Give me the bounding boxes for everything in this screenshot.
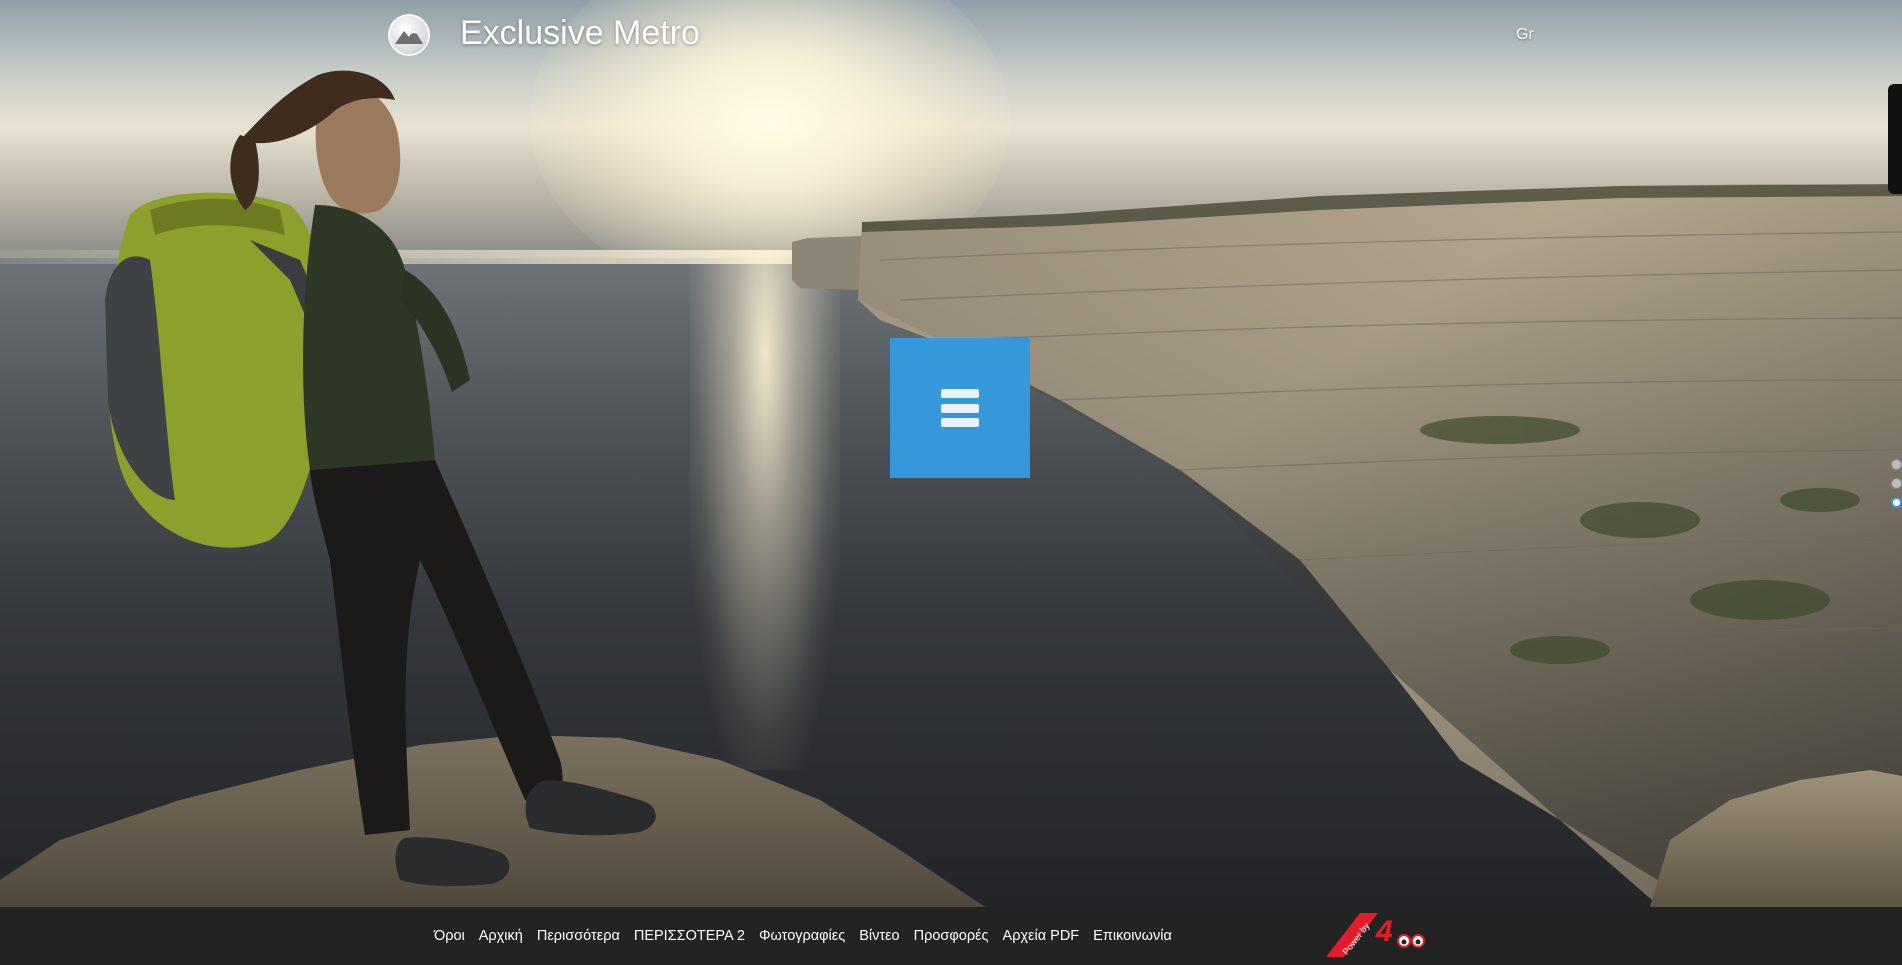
nav-link-videos[interactable]: Βίντεο [859,928,899,944]
language-switcher[interactable]: Gr [1516,26,1534,44]
slider-dot-3[interactable] [1891,497,1902,508]
site-title[interactable]: Exclusive Metro [460,14,700,53]
badge-eyes-icon [1397,934,1425,948]
nav-link-contact[interactable]: Επικοινωνία [1093,928,1172,944]
hamburger-menu-icon [941,389,979,427]
side-panel-tab[interactable] [1888,84,1902,194]
power-by-badge[interactable]: Power by 4 [1326,905,1432,957]
slider-dots [1891,459,1902,508]
nav-link-pdf-files[interactable]: Αρχεία PDF [1003,928,1080,944]
site-logo[interactable] [388,14,430,56]
nav-link-home[interactable]: Αρχική [479,928,523,944]
footer-nav: Όροι Αρχική Περισσότερα ΠΕΡΙΣΣΟΤΕΡΑ 2 Φω… [434,907,1186,965]
nav-link-terms[interactable]: Όροι [434,928,465,944]
footer-bar: Όροι Αρχική Περισσότερα ΠΕΡΙΣΣΟΤΕΡΑ 2 Φω… [0,907,1902,965]
nav-link-offers[interactable]: Προσφορές [914,928,989,944]
menu-button[interactable] [890,338,1030,478]
nav-link-photos[interactable]: Φωτογραφίες [759,928,845,944]
slider-dot-2[interactable] [1891,478,1902,489]
mountain-logo-icon [395,29,423,44]
nav-link-more[interactable]: Περισσότερα [537,928,620,944]
badge-brand: 4 [1375,915,1393,948]
nav-link-more-2[interactable]: ΠΕΡΙΣΣΟΤΕΡΑ 2 [634,928,745,944]
slider-dot-1[interactable] [1891,459,1902,470]
